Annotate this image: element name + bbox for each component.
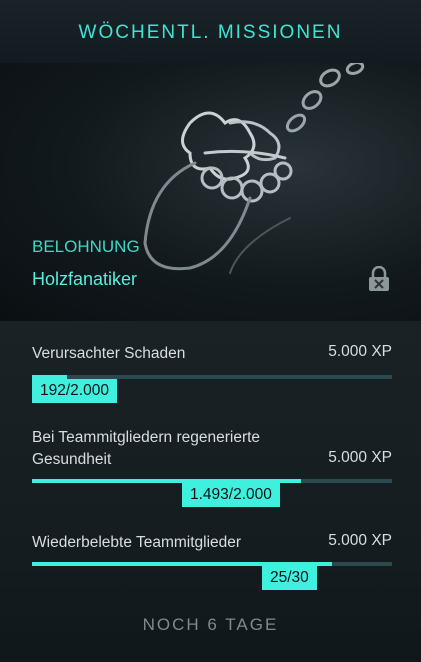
mission-item[interactable]: Wiederbelebte Teammitglieder 5.000 XP 25… <box>32 532 392 592</box>
mission-label: Bei Teammitgliedern regenerierte Gesundh… <box>32 429 261 468</box>
reward-card[interactable]: BELOHNUNG Holzfanatiker <box>0 63 421 321</box>
weekly-missions-panel: WÖCHENTL. MISSIONEN BELOHNUNG Holzfanati… <box>0 0 421 662</box>
mission-xp: 5.000 XP <box>328 449 392 466</box>
progress-badge: 192/2.000 <box>32 379 117 403</box>
missions-list: Verursachter Schaden 5.000 XP 192/2.000 … <box>0 321 421 662</box>
progress-badge: 1.493/2.000 <box>182 483 280 507</box>
mission-xp: 5.000 XP <box>328 343 392 360</box>
lock-icon <box>369 266 389 291</box>
panel-header: WÖCHENTL. MISSIONEN <box>0 0 421 64</box>
mission-label: Verursachter Schaden <box>32 345 186 362</box>
time-remaining: NOCH 6 TAGE <box>142 615 279 634</box>
reward-section-label: BELOHNUNG <box>32 237 140 256</box>
panel-title: WÖCHENTL. MISSIONEN <box>78 22 343 43</box>
mission-xp: 5.000 XP <box>328 532 392 549</box>
mission-label: Wiederbelebte Teammitglieder <box>32 534 242 551</box>
reward-name: Holzfanatiker <box>32 269 138 289</box>
progress-badge: 25/30 <box>262 566 317 590</box>
mission-item[interactable]: Bei Teammitgliedern regenerierte Gesundh… <box>32 427 392 507</box>
mission-item[interactable]: Verursachter Schaden 5.000 XP 192/2.000 <box>32 343 392 403</box>
progress-track <box>32 562 392 566</box>
